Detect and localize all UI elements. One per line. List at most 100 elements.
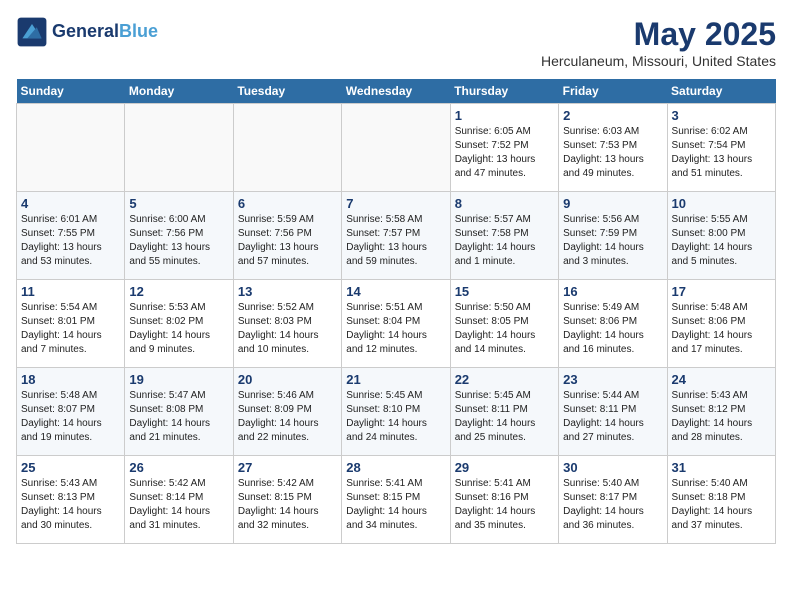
day-number: 3 [672, 108, 771, 123]
day-info: Sunrise: 5:40 AM Sunset: 8:18 PM Dayligh… [672, 477, 771, 533]
day-number: 1 [455, 108, 554, 123]
col-header-saturday: Saturday [667, 79, 775, 104]
day-number: 8 [455, 196, 554, 211]
day-info: Sunrise: 5:41 AM Sunset: 8:16 PM Dayligh… [455, 477, 554, 533]
day-number: 14 [346, 284, 445, 299]
calendar-cell [125, 104, 233, 192]
logo-icon [16, 16, 48, 48]
col-header-monday: Monday [125, 79, 233, 104]
day-info: Sunrise: 6:05 AM Sunset: 7:52 PM Dayligh… [455, 125, 554, 181]
day-info: Sunrise: 5:48 AM Sunset: 8:06 PM Dayligh… [672, 301, 771, 357]
calendar-cell: 9 Sunrise: 5:56 AM Sunset: 7:59 PM Daylig… [559, 192, 667, 280]
calendar-table: SundayMondayTuesdayWednesdayThursdayFrid… [16, 79, 776, 544]
day-number: 12 [129, 284, 228, 299]
day-number: 19 [129, 372, 228, 387]
calendar-cell: 11Sunrise: 5:54 AM Sunset: 8:01 PM Dayli… [17, 280, 125, 368]
calendar-cell: 2 Sunrise: 6:03 AM Sunset: 7:53 PM Daylig… [559, 104, 667, 192]
day-info: Sunrise: 5:42 AM Sunset: 8:14 PM Dayligh… [129, 477, 228, 533]
day-info: Sunrise: 5:55 AM Sunset: 8:00 PM Dayligh… [672, 213, 771, 269]
calendar-cell: 16Sunrise: 5:49 AM Sunset: 8:06 PM Dayli… [559, 280, 667, 368]
day-info: Sunrise: 5:59 AM Sunset: 7:56 PM Dayligh… [238, 213, 337, 269]
calendar-cell: 28 Sunrise: 5:41 AM Sunset: 8:15 PM Dayli… [342, 456, 450, 544]
day-number: 2 [563, 108, 662, 123]
calendar-cell: 12 Sunrise: 5:53 AM Sunset: 8:02 PM Dayli… [125, 280, 233, 368]
day-info: Sunrise: 5:52 AM Sunset: 8:03 PM Dayligh… [238, 301, 337, 357]
day-info: Sunrise: 5:56 AM Sunset: 7:59 PM Dayligh… [563, 213, 662, 269]
day-number: 31 [672, 460, 771, 475]
col-header-friday: Friday [559, 79, 667, 104]
month-title: May 2025 [541, 16, 776, 53]
day-info: Sunrise: 5:45 AM Sunset: 8:10 PM Dayligh… [346, 389, 445, 445]
calendar-week-2: 4Sunrise: 6:01 AM Sunset: 7:55 PM Daylig… [17, 192, 776, 280]
calendar-week-4: 18Sunrise: 5:48 AM Sunset: 8:07 PM Dayli… [17, 368, 776, 456]
calendar-cell: 25Sunrise: 5:43 AM Sunset: 8:13 PM Dayli… [17, 456, 125, 544]
calendar-cell: 21 Sunrise: 5:45 AM Sunset: 8:10 PM Dayli… [342, 368, 450, 456]
col-header-wednesday: Wednesday [342, 79, 450, 104]
day-info: Sunrise: 5:43 AM Sunset: 8:12 PM Dayligh… [672, 389, 771, 445]
day-number: 30 [563, 460, 662, 475]
day-number: 21 [346, 372, 445, 387]
day-number: 23 [563, 372, 662, 387]
day-number: 20 [238, 372, 337, 387]
location: Herculaneum, Missouri, United States [541, 53, 776, 69]
calendar-cell: 10 Sunrise: 5:55 AM Sunset: 8:00 PM Dayli… [667, 192, 775, 280]
calendar-cell: 7Sunrise: 5:58 AM Sunset: 7:57 PM Daylig… [342, 192, 450, 280]
calendar-cell: 17 Sunrise: 5:48 AM Sunset: 8:06 PM Dayli… [667, 280, 775, 368]
calendar-cell: 31 Sunrise: 5:40 AM Sunset: 8:18 PM Dayli… [667, 456, 775, 544]
day-number: 22 [455, 372, 554, 387]
day-info: Sunrise: 5:50 AM Sunset: 8:05 PM Dayligh… [455, 301, 554, 357]
day-info: Sunrise: 5:41 AM Sunset: 8:15 PM Dayligh… [346, 477, 445, 533]
day-info: Sunrise: 6:00 AM Sunset: 7:56 PM Dayligh… [129, 213, 228, 269]
day-number: 28 [346, 460, 445, 475]
col-header-tuesday: Tuesday [233, 79, 341, 104]
title-section: May 2025 Herculaneum, Missouri, United S… [541, 16, 776, 69]
calendar-cell: 18Sunrise: 5:48 AM Sunset: 8:07 PM Dayli… [17, 368, 125, 456]
day-number: 24 [672, 372, 771, 387]
logo: GeneralBlue [16, 16, 158, 48]
calendar-cell: 1 Sunrise: 6:05 AM Sunset: 7:52 PM Daylig… [450, 104, 558, 192]
calendar-week-3: 11Sunrise: 5:54 AM Sunset: 8:01 PM Dayli… [17, 280, 776, 368]
calendar-cell: 3Sunrise: 6:02 AM Sunset: 7:54 PM Daylig… [667, 104, 775, 192]
calendar-cell: 24 Sunrise: 5:43 AM Sunset: 8:12 PM Dayli… [667, 368, 775, 456]
day-number: 18 [21, 372, 120, 387]
calendar-cell: 4Sunrise: 6:01 AM Sunset: 7:55 PM Daylig… [17, 192, 125, 280]
day-number: 5 [129, 196, 228, 211]
day-number: 10 [672, 196, 771, 211]
calendar-cell: 29Sunrise: 5:41 AM Sunset: 8:16 PM Dayli… [450, 456, 558, 544]
calendar-header-row: SundayMondayTuesdayWednesdayThursdayFrid… [17, 79, 776, 104]
day-info: Sunrise: 5:45 AM Sunset: 8:11 PM Dayligh… [455, 389, 554, 445]
calendar-cell: 27Sunrise: 5:42 AM Sunset: 8:15 PM Dayli… [233, 456, 341, 544]
logo-text: GeneralBlue [52, 22, 158, 42]
calendar-cell: 8 Sunrise: 5:57 AM Sunset: 7:58 PM Daylig… [450, 192, 558, 280]
calendar-cell: 30 Sunrise: 5:40 AM Sunset: 8:17 PM Dayli… [559, 456, 667, 544]
calendar-cell: 14 Sunrise: 5:51 AM Sunset: 8:04 PM Dayli… [342, 280, 450, 368]
col-header-sunday: Sunday [17, 79, 125, 104]
day-number: 7 [346, 196, 445, 211]
calendar-cell [17, 104, 125, 192]
day-number: 6 [238, 196, 337, 211]
calendar-week-1: 1 Sunrise: 6:05 AM Sunset: 7:52 PM Daylig… [17, 104, 776, 192]
calendar-cell: 5 Sunrise: 6:00 AM Sunset: 7:56 PM Daylig… [125, 192, 233, 280]
calendar-cell: 19Sunrise: 5:47 AM Sunset: 8:08 PM Dayli… [125, 368, 233, 456]
calendar-cell: 13 Sunrise: 5:52 AM Sunset: 8:03 PM Dayli… [233, 280, 341, 368]
calendar-cell: 20Sunrise: 5:46 AM Sunset: 8:09 PM Dayli… [233, 368, 341, 456]
day-info: Sunrise: 5:51 AM Sunset: 8:04 PM Dayligh… [346, 301, 445, 357]
col-header-thursday: Thursday [450, 79, 558, 104]
day-number: 26 [129, 460, 228, 475]
calendar-cell: 26 Sunrise: 5:42 AM Sunset: 8:14 PM Dayli… [125, 456, 233, 544]
day-info: Sunrise: 6:03 AM Sunset: 7:53 PM Dayligh… [563, 125, 662, 181]
day-info: Sunrise: 5:49 AM Sunset: 8:06 PM Dayligh… [563, 301, 662, 357]
day-number: 17 [672, 284, 771, 299]
day-number: 9 [563, 196, 662, 211]
page-header: GeneralBlue May 2025 Herculaneum, Missou… [16, 16, 776, 69]
day-info: Sunrise: 5:40 AM Sunset: 8:17 PM Dayligh… [563, 477, 662, 533]
calendar-week-5: 25Sunrise: 5:43 AM Sunset: 8:13 PM Dayli… [17, 456, 776, 544]
day-info: Sunrise: 5:57 AM Sunset: 7:58 PM Dayligh… [455, 213, 554, 269]
calendar-cell [233, 104, 341, 192]
day-number: 4 [21, 196, 120, 211]
calendar-cell: 22 Sunrise: 5:45 AM Sunset: 8:11 PM Dayli… [450, 368, 558, 456]
day-number: 25 [21, 460, 120, 475]
day-info: Sunrise: 5:44 AM Sunset: 8:11 PM Dayligh… [563, 389, 662, 445]
day-number: 13 [238, 284, 337, 299]
day-info: Sunrise: 5:53 AM Sunset: 8:02 PM Dayligh… [129, 301, 228, 357]
